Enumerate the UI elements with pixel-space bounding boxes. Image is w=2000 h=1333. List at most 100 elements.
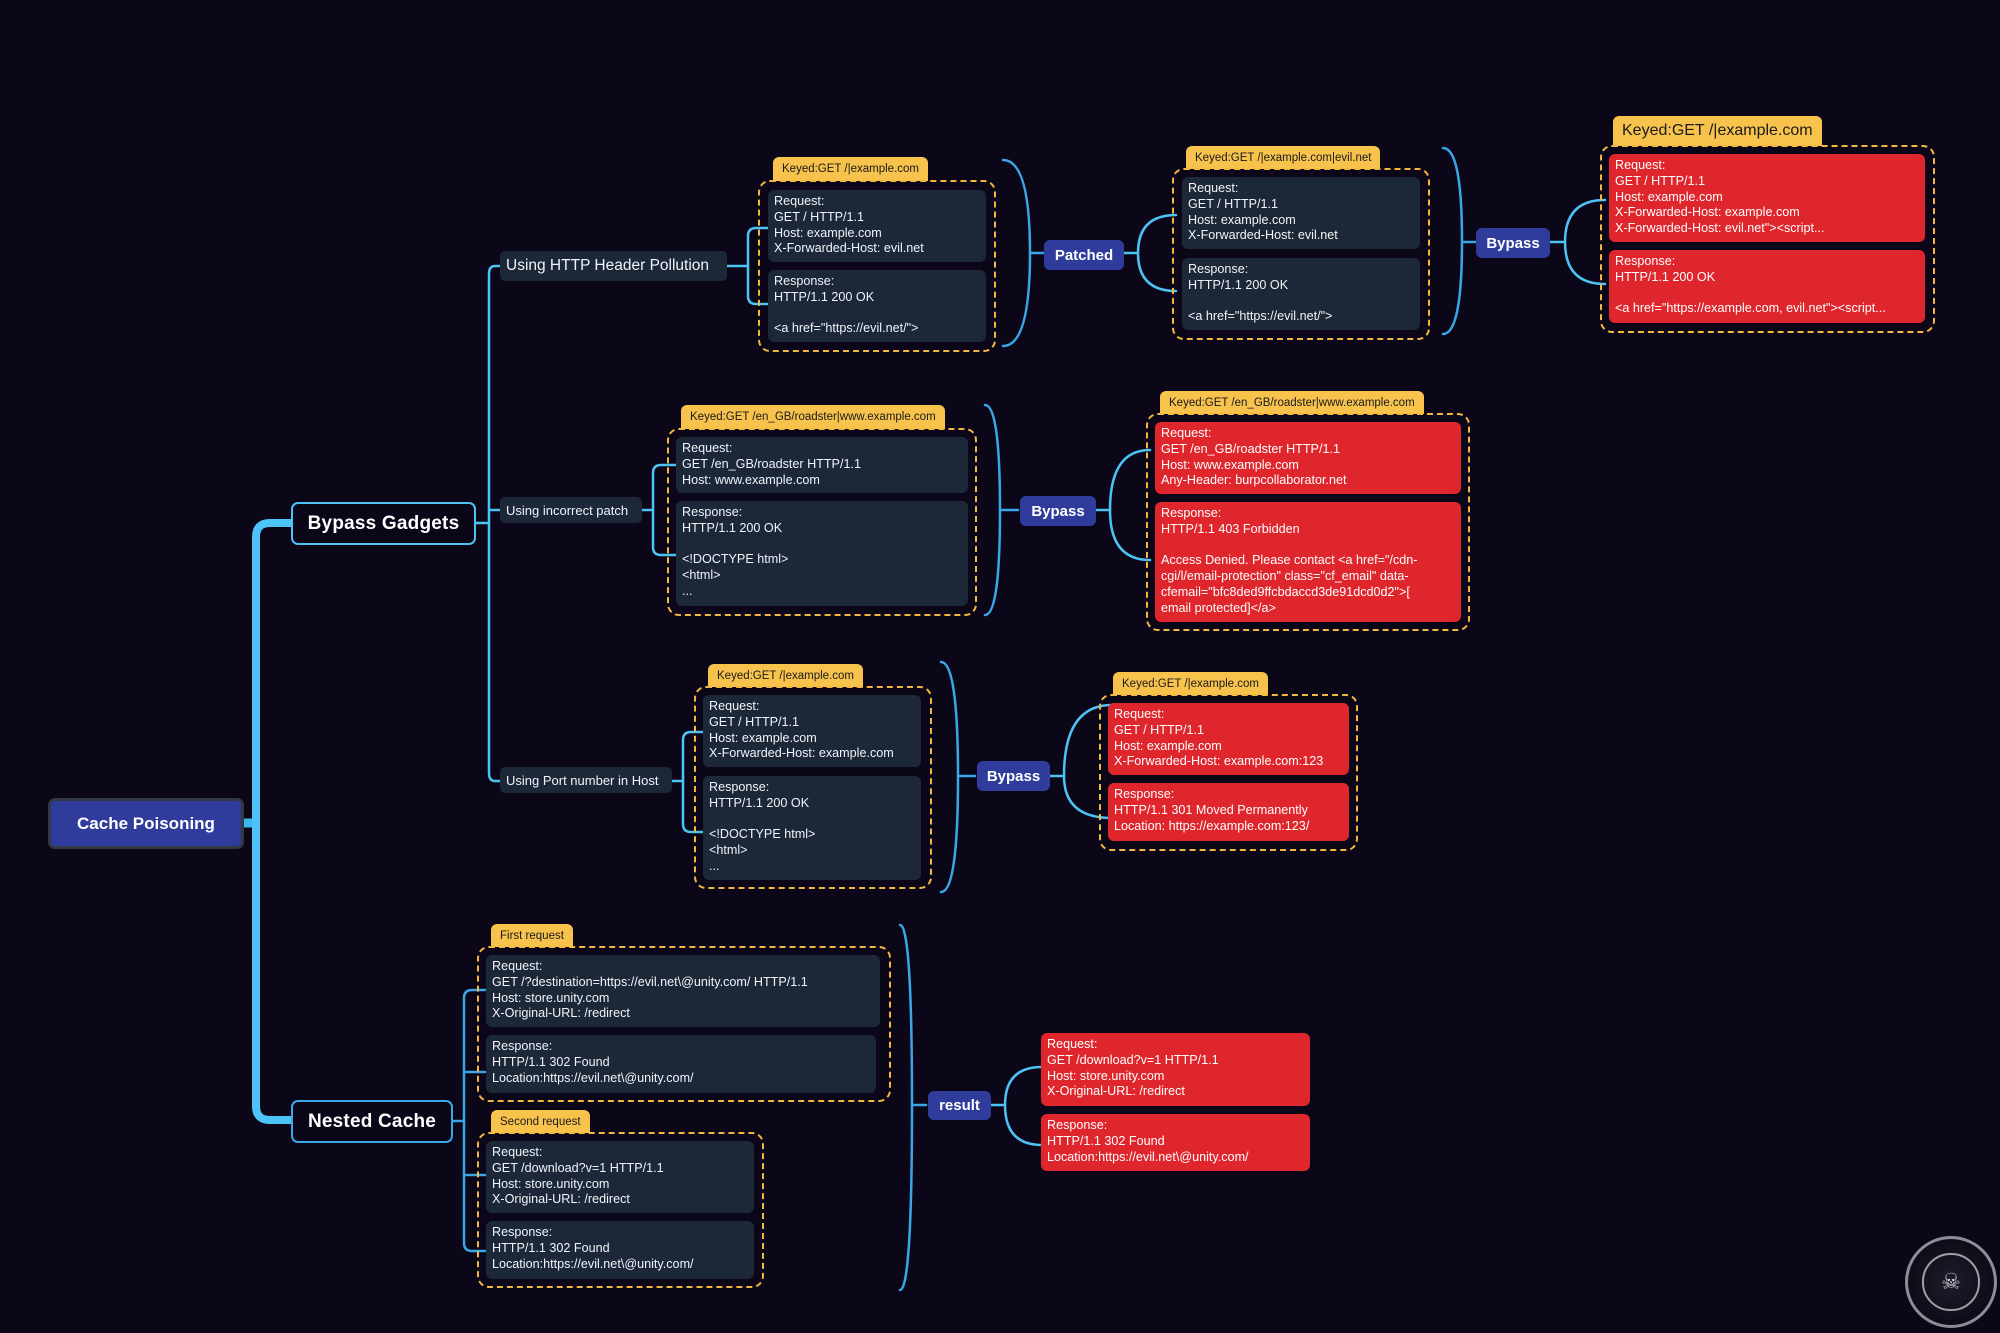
connector-patched-button[interactable]: Patched	[1044, 240, 1124, 270]
card-line: Access Denied. Please contact <a href="/…	[1161, 553, 1418, 568]
card-line: GET / HTTP/1.1	[1114, 722, 1205, 737]
card-line: GET /en_GB/roadster HTTP/1.1	[1161, 441, 1340, 456]
card-heading: Request:	[492, 959, 543, 973]
card-line: <!DOCTYPE html>	[682, 552, 789, 567]
connector-bypass-button[interactable]: Bypass	[1476, 228, 1550, 258]
card-line: GET /en_GB/roadster HTTP/1.1	[682, 456, 861, 471]
card-heading: Response:	[1615, 254, 1676, 268]
card-line: Location: https://example.com:123/	[1114, 818, 1310, 833]
card-line: GET / HTTP/1.1	[1615, 173, 1706, 188]
gadget-incorrect-patch[interactable]: Using incorrect patch	[500, 497, 642, 523]
card-line: HTTP/1.1 403 Forbidden	[1161, 521, 1300, 536]
connector-bypass-button[interactable]: Bypass	[1020, 496, 1096, 526]
card-heading: Request:	[682, 441, 733, 455]
malicious-response-card: Response: HTTP/1.1 200 OK <a href="https:…	[1609, 250, 1925, 323]
card-line: cfemail="bfc8ded9ffcbdaccd3de91dcd0d2">[	[1161, 584, 1410, 599]
card-line: GET / HTTP/1.1	[1188, 196, 1279, 211]
response-card: Response: HTTP/1.1 200 OK <!DOCTYPE html>…	[676, 501, 968, 606]
card-line	[682, 537, 962, 553]
card-heading: Response:	[1188, 262, 1249, 276]
card-line	[1615, 286, 1919, 302]
cache-key-tag: Keyed:GET /|example.com|evil.net	[1186, 146, 1381, 169]
card-line: Location:https://evil.net\@unity.com/	[1047, 1149, 1249, 1164]
card-heading: Response:	[709, 780, 770, 794]
card-line: GET /?destination=https://evil.net\@unit…	[492, 974, 808, 989]
card-line: Location:https://evil.net\@unity.com/	[492, 1256, 694, 1271]
card-line: HTTP/1.1 200 OK	[709, 795, 810, 810]
root-label: Cache Poisoning	[77, 813, 215, 833]
root-node-cache-poisoning[interactable]: Cache Poisoning	[48, 798, 244, 849]
card-line: X-Forwarded-Host: evil.net	[774, 241, 924, 256]
card-heading: Request:	[1161, 426, 1212, 440]
response-card: Response: HTTP/1.1 200 OK <a href="https:…	[768, 270, 986, 342]
card-line: Host: example.com	[1188, 212, 1296, 227]
connector-label: Patched	[1054, 246, 1114, 264]
card-line: <a href="https://evil.net/">	[1188, 309, 1333, 324]
card-heading: Request:	[1114, 707, 1165, 721]
card-heading: Response:	[774, 274, 835, 288]
branch-nested-cache[interactable]: Nested Cache	[291, 1100, 453, 1143]
seal-logo-icon: ☠	[1905, 1236, 1997, 1328]
card-heading: Response:	[1114, 787, 1175, 801]
card-line: HTTP/1.1 302 Found	[492, 1054, 610, 1069]
card-line: X-Forwarded-Host: evil.net"><script...	[1615, 221, 1825, 236]
gadget-http-header-pollution[interactable]: Using HTTP Header Pollution	[500, 251, 727, 281]
cache-key-tag: Keyed:GET /|example.com	[1113, 672, 1269, 695]
card-heading: Request:	[1188, 181, 1239, 195]
card-heading: Response:	[492, 1039, 553, 1053]
card-heading: Request:	[492, 1145, 543, 1159]
card-heading: Response:	[682, 505, 743, 519]
card-line: Host: www.example.com	[682, 472, 820, 487]
response-card: Response: HTTP/1.1 302 Found Location:http…	[486, 1221, 754, 1279]
card-line: Host: example.com	[1114, 738, 1222, 753]
malicious-response-card: Response: HTTP/1.1 403 Forbidden Access D…	[1155, 502, 1461, 622]
card-line: GET /download?v=1 HTTP/1.1	[492, 1160, 664, 1175]
card-line: <html>	[682, 568, 721, 583]
connector-label: Bypass	[1486, 234, 1540, 252]
gadget-label: Using HTTP Header Pollution	[506, 257, 710, 274]
card-line: X-Forwarded-Host: evil.net	[1188, 228, 1338, 243]
card-line: Host: example.com	[1615, 189, 1723, 204]
gadgets-connector	[487, 264, 502, 783]
card-line: X-Original-URL: /redirect	[492, 1192, 630, 1207]
card-heading: Request:	[1615, 158, 1666, 172]
malicious-request-card: Request: GET / HTTP/1.1 Host: example.com X…	[1108, 703, 1349, 775]
card-line: <a href="https://example.com, evil.net">…	[1615, 301, 1886, 316]
card-line: Host: store.unity.com	[492, 1176, 610, 1191]
request-card: Request: GET /?destination=https://evil.n…	[486, 955, 880, 1027]
card-line: HTTP/1.1 302 Found	[492, 1240, 610, 1255]
card-heading: Response:	[492, 1225, 553, 1239]
branch-bypass-gadgets[interactable]: Bypass Gadgets	[291, 502, 476, 545]
card-line: email protected]</a>	[1161, 600, 1276, 615]
card-line: cgi/l/email-protection" class="cf_email"…	[1161, 569, 1409, 584]
connector-label: Bypass	[986, 767, 1041, 785]
card-line: HTTP/1.1 302 Found	[1047, 1133, 1165, 1148]
response-card: Response: HTTP/1.1 200 OK <!DOCTYPE html>…	[703, 776, 921, 880]
card-heading: Request:	[1047, 1037, 1098, 1051]
card-line: HTTP/1.1 200 OK	[1615, 269, 1716, 284]
card-heading: Request:	[709, 699, 760, 713]
request-card: Request: GET / HTTP/1.1 Host: example.com X…	[768, 190, 986, 262]
card-line: X-Original-URL: /redirect	[1047, 1084, 1185, 1099]
request-card: Request: GET / HTTP/1.1 Host: example.com X…	[1182, 177, 1420, 249]
cache-key-tag: Keyed:GET /|example.com	[708, 664, 864, 687]
card-line: ...	[709, 858, 720, 873]
card-line: Host: example.com	[709, 730, 817, 745]
request-card: Request: GET /en_GB/roadster HTTP/1.1 Host…	[676, 437, 968, 493]
card-line	[1161, 538, 1455, 554]
gadget-label: Using incorrect patch	[506, 502, 629, 518]
card-line: GET / HTTP/1.1	[774, 209, 865, 224]
card-line: <html>	[709, 843, 748, 858]
gadget-port-number-in-host[interactable]: Using Port number in Host	[500, 767, 672, 793]
card-line: Host: example.com	[774, 225, 882, 240]
trunk-connector	[252, 519, 295, 1124]
branch-label: Nested Cache	[307, 1110, 437, 1132]
connector-bypass-button[interactable]: Bypass	[977, 761, 1050, 791]
cache-key-tag: Keyed:GET /|example.com	[773, 157, 929, 181]
connector-result-button[interactable]: result	[928, 1091, 991, 1120]
response-card: Response: HTTP/1.1 302 Found Location:http…	[486, 1035, 876, 1093]
card-line: X-Forwarded-Host: example.com	[1615, 205, 1800, 220]
card-line	[774, 306, 980, 322]
card-line: X-Forwarded-Host: example.com:123	[1114, 754, 1324, 769]
card-line: X-Forwarded-Host: example.com	[709, 746, 894, 761]
